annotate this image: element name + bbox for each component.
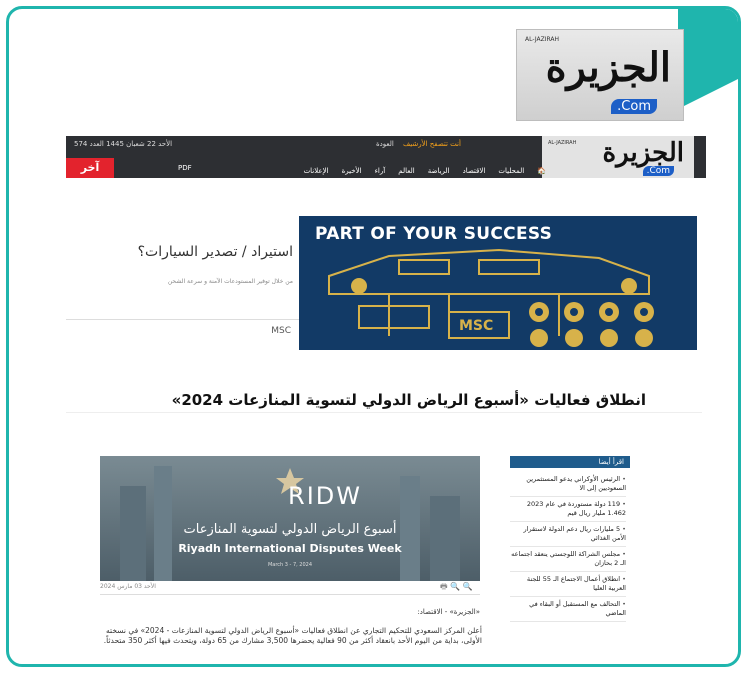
meta-divider — [100, 594, 480, 595]
nav-item-local[interactable]: المحليات — [498, 161, 524, 181]
pdf-link[interactable]: PDF — [178, 158, 192, 178]
website-screenshot: الأحد 22 شعبان 1445 العدد 574 العودة أنت… — [66, 136, 706, 664]
read-also-sidebar: اقرأ أيضا الرئيس الأوكراني يدعو المستثمر… — [510, 456, 630, 656]
nav-item-economy[interactable]: الاقتصاد — [463, 161, 486, 181]
hero-dates: March 3 - 7, 2024 — [267, 562, 313, 568]
content-divider — [66, 412, 702, 413]
top-bar: الأحد 22 شعبان 1445 العدد 574 العودة أنت… — [66, 136, 706, 194]
sidebar-item[interactable]: 119 دولة مستوردة في عام 2023 1.462 مليار… — [510, 497, 626, 522]
sidebar-item[interactable]: انطلاق أعمال الاجتماع الـ 55 للجنة العرب… — [510, 572, 626, 597]
sidebar-item[interactable]: التحالف مع المستقبل أو البقاء في الماضي — [510, 597, 626, 622]
header-date: الأحد 22 شعبان 1445 العدد 574 — [74, 140, 173, 148]
hero-arabic-title: أسبوع الرياض الدولي لتسوية المنازعات — [183, 522, 397, 537]
archive-notice: أنت تتصفح الأرشيف — [403, 140, 461, 148]
site-logo-com: .Com — [642, 166, 674, 176]
svg-text:MSC: MSC — [459, 318, 493, 334]
logo-arabic: الجزيرة — [545, 44, 671, 91]
nav-item-sports[interactable]: الرياضة — [428, 161, 450, 181]
ad-text-panel[interactable]: استيراد / تصدير السيارات؟ من خلال توفير … — [66, 216, 299, 350]
sidebar-heading: اقرأ أيضا — [510, 456, 630, 468]
ridw-logo: RIDW — [288, 482, 362, 510]
corner-tab-icon — [678, 9, 738, 109]
nav-item-world[interactable]: العالم — [398, 161, 414, 181]
site-logo[interactable]: AL-JAZIRAH الجزيرة .Com — [542, 136, 694, 178]
nav-item-home[interactable]: 🏠 — [537, 161, 546, 181]
article-hero-image: RIDW أسبوع الرياض الدولي لتسوية المنازعا… — [100, 456, 480, 581]
sidebar-item[interactable]: الرئيس الأوكراني يدعو المستثمرين السعودي… — [510, 472, 626, 497]
ad-divider — [66, 319, 299, 320]
ad-subtext: من خلال توفير المستودعات الآمنة و سرعة ا… — [167, 278, 293, 285]
site-logo-arabic: الجزيرة — [602, 138, 684, 168]
logo-small-text: AL-JAZIRAH — [525, 36, 560, 43]
sidebar-item[interactable]: 5 مليارات ريال دعم الدولة لاستقرار الأمن… — [510, 522, 626, 547]
nav-item-last[interactable]: الأخيرة — [342, 161, 362, 181]
latest-news-button[interactable]: آخر الأخبار — [66, 158, 114, 194]
car-chassis-icon: MSC — [328, 248, 654, 347]
jazirah-logo[interactable]: AL-JAZIRAH الجزيرة .Com — [516, 29, 684, 121]
back-link[interactable]: العودة — [376, 140, 394, 148]
ad-brand: MSC — [271, 326, 291, 336]
screenshot-frame: AL-JAZIRAH الجزيرة .Com الأحد 22 شعبان 1… — [6, 6, 741, 667]
ad-question: استيراد / تصدير السيارات؟ — [137, 244, 293, 260]
logo-com: .Com — [611, 99, 657, 114]
ad-banner[interactable]: PART OF YOUR SUCCESS MSC — [299, 216, 697, 350]
site-logo-small: AL-JAZIRAH — [548, 140, 577, 146]
nav-item-opinions[interactable]: آراء — [375, 161, 386, 181]
nav-item-ads[interactable]: الإعلانات — [304, 161, 329, 181]
article-date: الأحد 03 مارس 2024 — [100, 583, 156, 590]
article-byline: «الجزيرة» - الاقتصاد: — [417, 608, 480, 616]
hero-english-title: Riyadh International Disputes Week — [178, 542, 402, 555]
article-body: أعلن المركز السعودي للتحكيم التجاري عن ا… — [103, 626, 482, 645]
print-zoom-icons[interactable]: 🖶 🔍 🔍 — [440, 581, 473, 595]
article-title: انطلاق فعاليات «أسبوع الرياض الدولي لتسو… — [171, 391, 646, 409]
main-nav: 🏠 المحليات الاقتصاد الرياضة العالم آراء … — [186, 158, 546, 178]
sidebar-item[interactable]: مجلس الشراكة اللوجستي ينعقد اجتماعه الـ … — [510, 547, 626, 572]
